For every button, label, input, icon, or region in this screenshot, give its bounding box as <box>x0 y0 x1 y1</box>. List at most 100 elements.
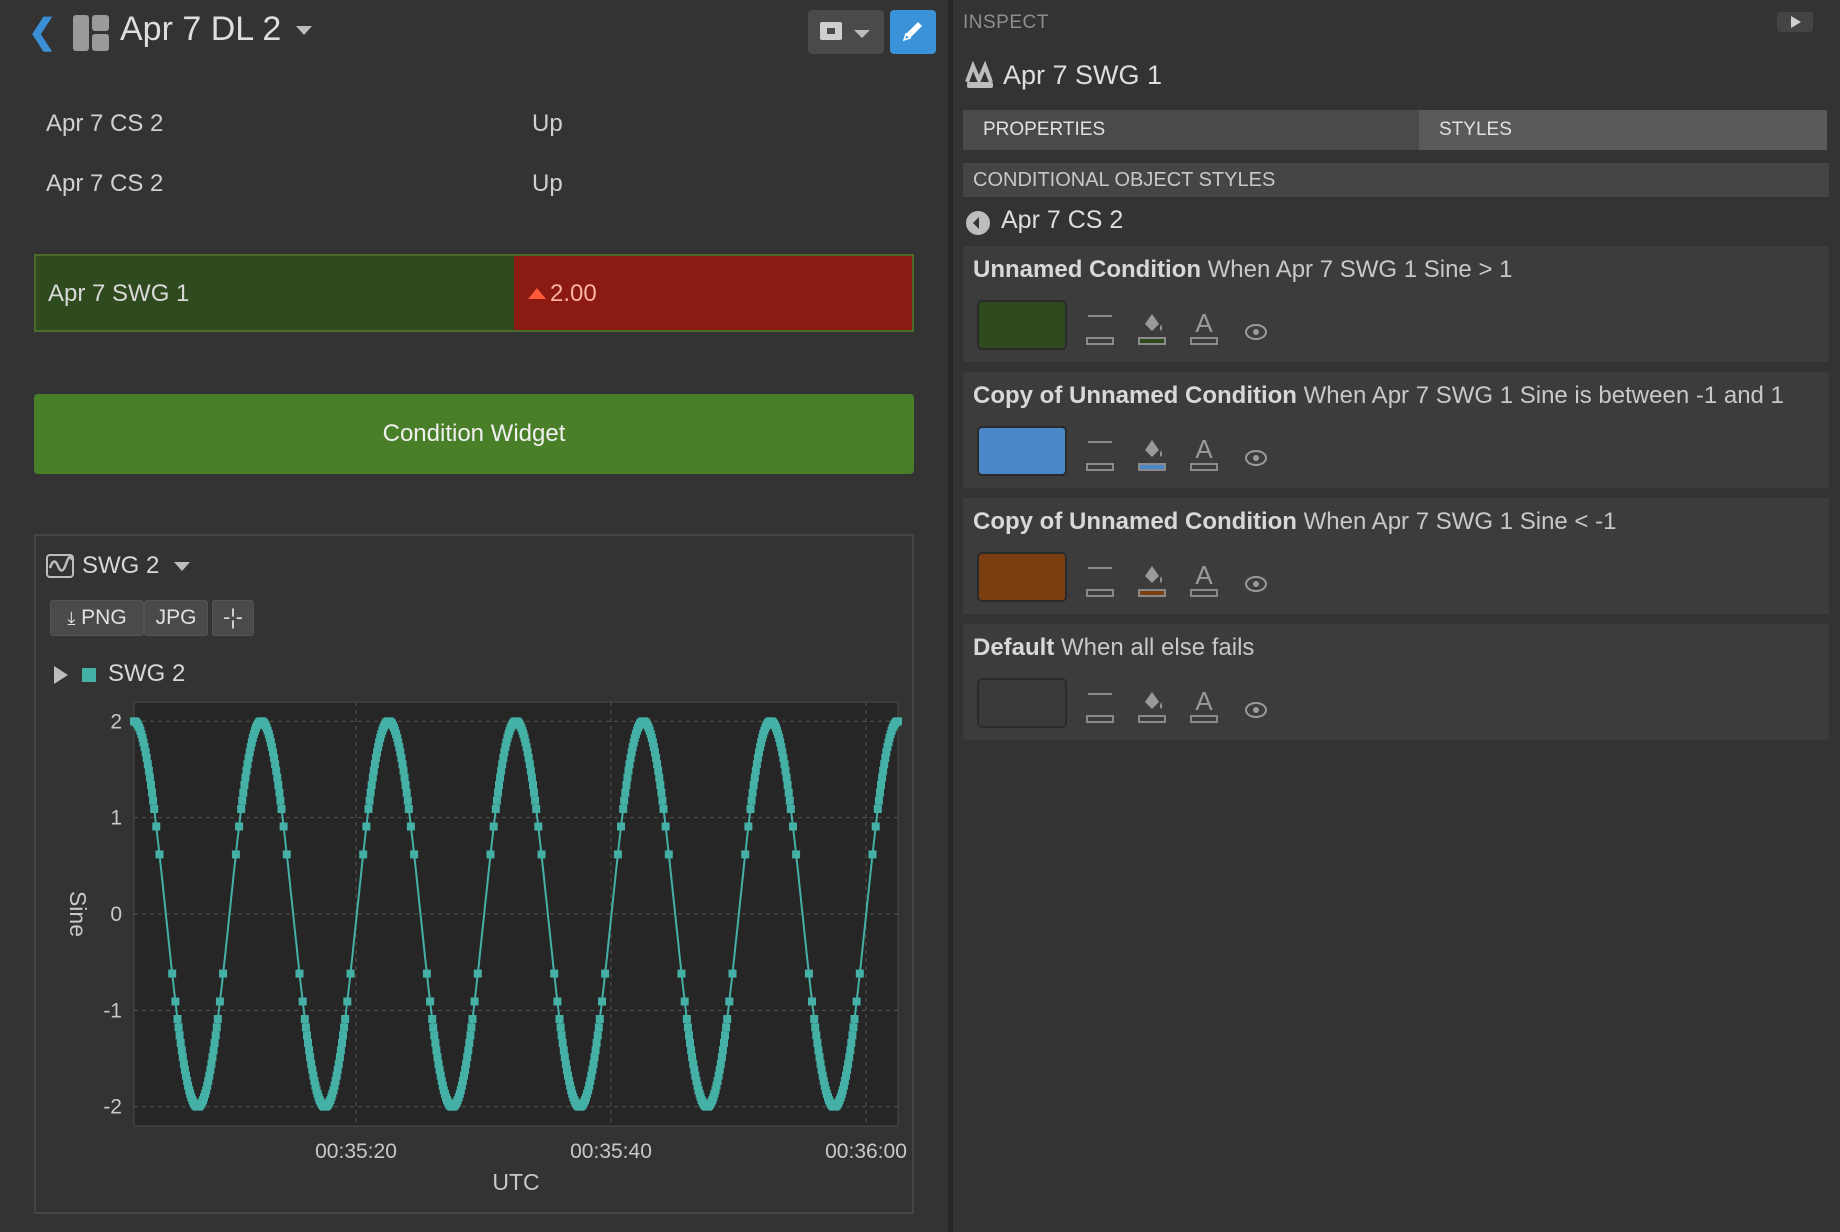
condition-color-swatch[interactable] <box>977 678 1067 728</box>
text-color-icon[interactable]: A <box>1187 304 1221 350</box>
condition-rule: When Apr 7 SWG 1 Sine > 1 <box>1207 256 1513 283</box>
condition-name: Unnamed Condition <box>973 256 1201 283</box>
data-point <box>782 773 791 782</box>
fill-color-icon[interactable] <box>1135 304 1169 350</box>
border-style-icon[interactable] <box>1083 304 1117 350</box>
data-point <box>592 1039 601 1047</box>
snapshot-dropdown-button[interactable] <box>808 10 884 54</box>
data-point <box>343 997 352 1006</box>
visibility-eye-icon[interactable] <box>1239 430 1273 476</box>
data-point <box>531 796 540 805</box>
text-color-icon[interactable]: A <box>1187 682 1221 728</box>
dashboard-title[interactable]: Apr 7 DL 2 <box>120 10 281 49</box>
border-style-icon[interactable] <box>1083 430 1117 476</box>
condition-card[interactable]: Unnamed Condition When Apr 7 SWG 1 Sine … <box>963 246 1829 362</box>
visibility-eye-icon[interactable] <box>1239 682 1273 728</box>
data-point <box>619 805 628 813</box>
fill-color-icon[interactable] <box>1135 682 1169 728</box>
text-color-icon[interactable]: A <box>1187 430 1221 476</box>
export-jpg-button[interactable]: JPG <box>144 600 208 636</box>
data-point <box>747 796 756 805</box>
data-point <box>237 805 246 813</box>
data-point <box>784 788 793 797</box>
edit-button[interactable] <box>890 10 936 54</box>
data-point <box>683 1023 692 1032</box>
text-color-icon[interactable]: A <box>1187 556 1221 602</box>
border-style-icon[interactable] <box>1083 682 1117 728</box>
border-style-icon[interactable] <box>1083 556 1117 602</box>
y-tick-label: -2 <box>103 1096 122 1119</box>
data-point <box>301 1023 310 1032</box>
condition-card[interactable]: Copy of Unnamed Condition When Apr 7 SWG… <box>963 372 1829 488</box>
legend-series-label[interactable]: SWG 2 <box>108 660 185 688</box>
data-point <box>682 1015 691 1023</box>
data-point <box>811 1023 820 1032</box>
condition-card[interactable]: Copy of Unnamed Condition When Apr 7 SWG… <box>963 498 1829 614</box>
tab-properties[interactable]: PROPERTIES <box>963 110 1419 150</box>
sine-wave-generator-icon <box>965 60 993 88</box>
fill-color-icon[interactable] <box>1135 430 1169 476</box>
data-point <box>219 969 228 978</box>
data-point <box>613 850 622 859</box>
dashboard-menu-caret-icon[interactable] <box>296 26 312 35</box>
y-tick-label: 0 <box>110 903 122 926</box>
data-point <box>744 822 753 831</box>
data-point <box>717 1053 726 1062</box>
collapse-panel-button[interactable] <box>1777 12 1813 32</box>
condition-color-swatch[interactable] <box>977 552 1067 602</box>
swg-value-cell: 2.00 <box>514 256 912 330</box>
swg-value-indicator[interactable]: Apr 7 SWG 1 2.00 <box>34 254 914 332</box>
x-tick-label: 00:36:00 <box>825 1140 907 1163</box>
data-point <box>659 805 668 813</box>
condition-name: Copy of Unnamed Condition <box>973 508 1297 535</box>
data-point <box>431 1039 440 1047</box>
data-point <box>367 781 376 789</box>
data-point <box>406 822 415 831</box>
condition-widget[interactable]: Condition Widget <box>34 394 914 474</box>
legend-color-swatch <box>82 668 96 682</box>
data-point <box>213 1015 222 1023</box>
condition-card[interactable]: Default When all else fails A <box>963 624 1829 740</box>
status-row-value: Up <box>532 110 563 137</box>
condition-color-swatch[interactable] <box>977 300 1067 350</box>
condition-name: Copy of Unnamed Condition <box>973 382 1297 409</box>
back-chevron-icon[interactable]: ❮ <box>28 12 57 52</box>
data-point <box>432 1046 441 1055</box>
export-png-button[interactable]: ⤓ PNG <box>50 600 144 636</box>
visibility-eye-icon[interactable] <box>1239 304 1273 350</box>
chevron-down-icon[interactable] <box>174 562 190 571</box>
data-point <box>402 788 411 797</box>
data-point <box>847 1039 856 1047</box>
data-point <box>338 1039 346 1047</box>
chart-title[interactable]: SWG 2 <box>82 552 159 580</box>
swg-value: 2.00 <box>550 280 597 307</box>
data-point <box>489 822 498 831</box>
data-point <box>623 773 632 782</box>
data-point <box>553 997 562 1006</box>
legend-expand-icon[interactable] <box>54 666 68 684</box>
condition-color-swatch[interactable] <box>977 426 1067 476</box>
fill-color-icon[interactable] <box>1135 556 1169 602</box>
data-point <box>174 1023 183 1032</box>
data-point <box>468 1015 477 1023</box>
data-point <box>559 1046 568 1055</box>
visibility-eye-icon[interactable] <box>1239 556 1273 602</box>
data-point <box>526 766 535 775</box>
data-point <box>677 969 686 978</box>
data-point <box>786 805 795 813</box>
svg-text:A: A <box>1195 434 1213 464</box>
crosshair-button[interactable]: -¦- <box>212 600 254 636</box>
data-point <box>365 796 374 805</box>
y-tick-label: 1 <box>110 807 122 830</box>
data-point <box>300 1015 309 1023</box>
data-point <box>558 1039 567 1047</box>
data-point <box>894 717 902 726</box>
data-point <box>239 788 248 797</box>
sine-chart[interactable]: 2 1 0 -1 -2 00:35:20 00:35:40 00:36:00 UTC Sine <box>36 696 912 1214</box>
condition-set-title[interactable]: Apr 7 CS 2 <box>1001 206 1123 235</box>
data-point <box>346 969 355 978</box>
data-point <box>470 997 479 1006</box>
tab-styles[interactable]: STYLES <box>1419 110 1827 150</box>
data-point <box>617 822 625 831</box>
data-point <box>399 766 408 775</box>
